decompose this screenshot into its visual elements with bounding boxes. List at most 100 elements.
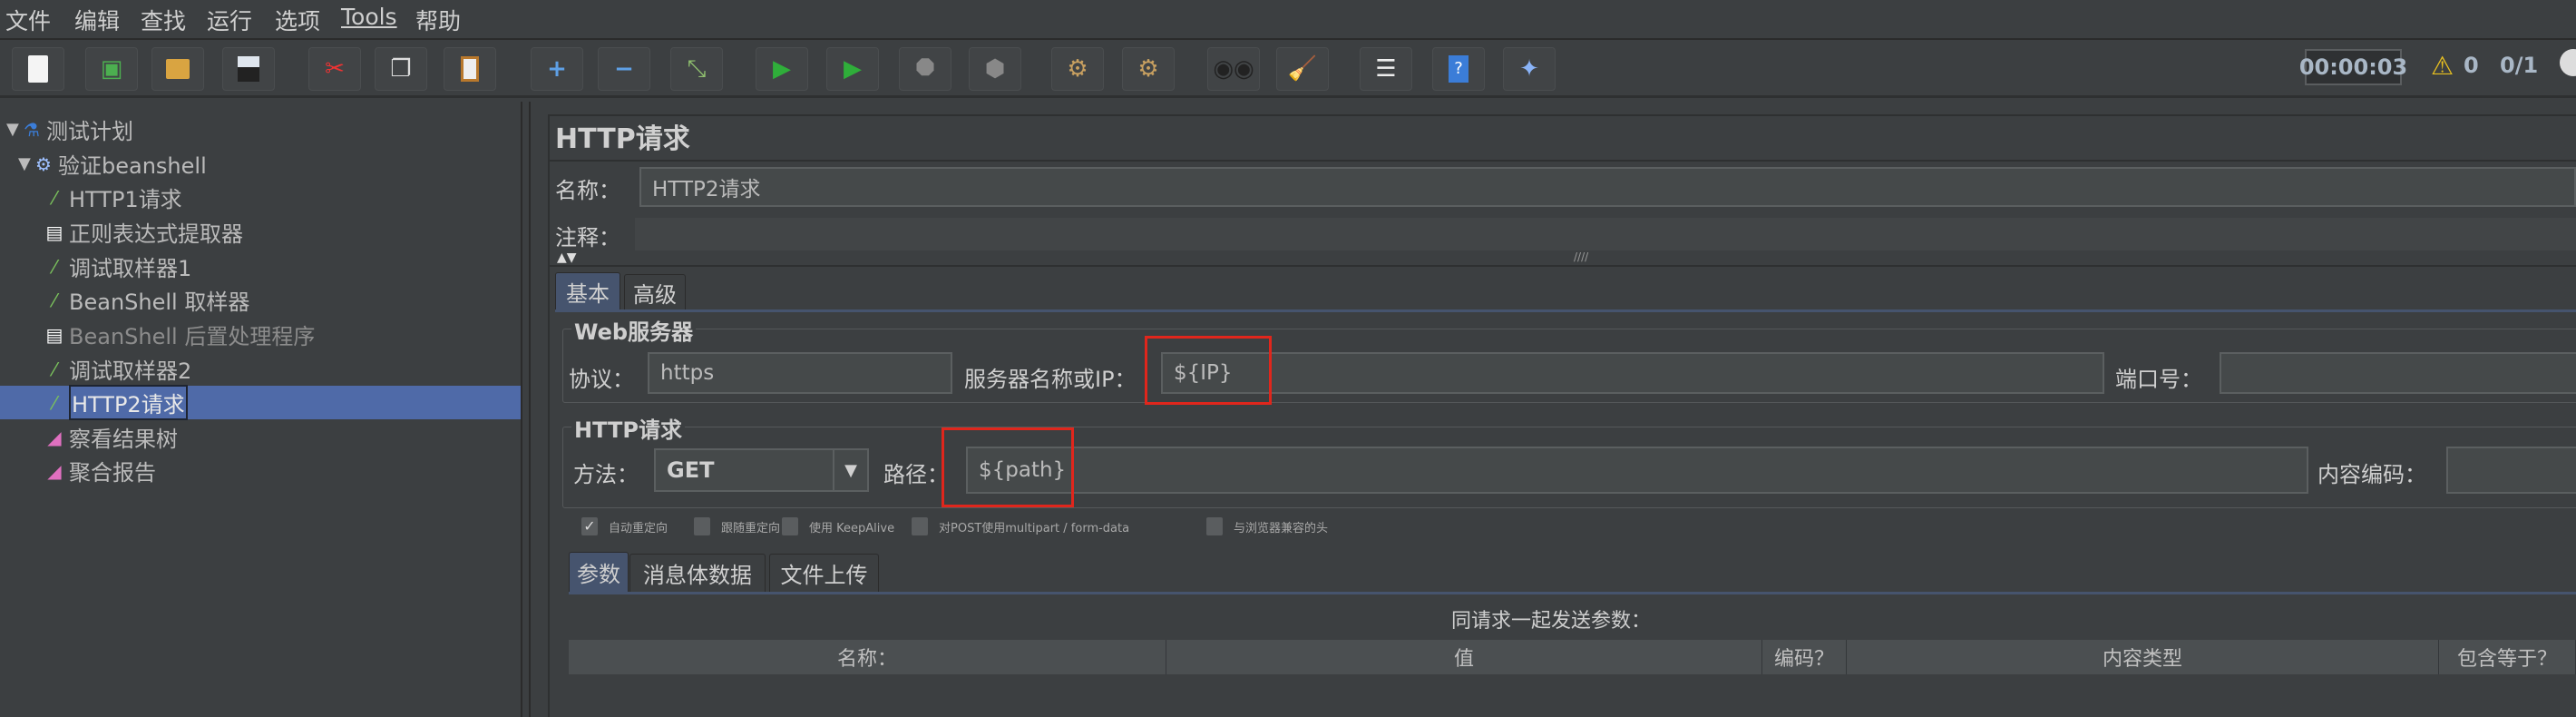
tree-item-label: BeanShell 后置处理程序 (69, 324, 316, 349)
menu-run[interactable]: 运行 (207, 4, 252, 36)
menu-tools[interactable]: Tools (341, 4, 397, 30)
method-select[interactable]: GET ▼ (654, 448, 869, 492)
divider (550, 160, 2576, 162)
play-no-timer-icon: ▶ (844, 55, 862, 83)
tree-item[interactable]: ◢ 察看结果树 (0, 420, 521, 454)
clear-all-button[interactable]: ⚙ (1122, 47, 1175, 91)
collapse-button[interactable]: − (598, 47, 650, 91)
protocol-input[interactable]: https (648, 352, 952, 394)
tab-parameters[interactable]: 参数 (569, 552, 629, 592)
tree-item[interactable]: ⁄ 调试取样器2 (0, 352, 521, 386)
http-request-title: HTTP请求 (571, 412, 685, 444)
tree-item[interactable]: ▼ ⚙ 验证beanshell (0, 147, 521, 181)
column-header-value[interactable]: 值 (1166, 640, 1762, 674)
checkbox-browser-headers[interactable]: 与浏览器兼容的头 (1206, 517, 1328, 535)
minus-icon: − (614, 55, 634, 83)
tree-item-label: 调试取样器1 (69, 256, 192, 281)
tab-body-data[interactable]: 消息体数据 (629, 554, 766, 592)
cut-button[interactable]: ✂ (308, 47, 361, 91)
expand-arrow-icon[interactable]: ▼ (6, 120, 21, 139)
document-arrow-icon: ▤ (45, 221, 63, 243)
port-input[interactable] (2220, 352, 2576, 394)
tree-item-label: 验证beanshell (58, 153, 207, 179)
checkbox-multipart[interactable]: 对POST使用multipart / form-data (912, 517, 1129, 535)
thread-count: 0/1 (2500, 53, 2539, 78)
scissors-icon: ✂ (325, 55, 345, 83)
toggle-button[interactable]: ⤡ (670, 47, 723, 91)
column-header-content-type[interactable]: 内容类型 (1847, 640, 2439, 674)
pipette-icon: ⁄ (53, 255, 56, 278)
function-helper-button[interactable]: ☰ (1360, 47, 1412, 91)
paste-button[interactable] (444, 47, 496, 91)
tab-basic[interactable]: 基本 (555, 272, 620, 310)
tree-item-label: HTTP1请求 (69, 187, 182, 212)
path-input[interactable]: ${path} (966, 447, 2308, 494)
menu-file[interactable]: 文件 (5, 4, 51, 36)
comment-input[interactable] (635, 218, 2576, 250)
tree-item[interactable]: ⁄ BeanShell 取样器 (0, 283, 521, 317)
tree-item[interactable]: ▤ BeanShell 后置处理程序 (0, 318, 521, 351)
new-button[interactable] (12, 47, 64, 91)
chart-icon: ◢ (47, 459, 62, 482)
divider (550, 265, 2576, 267)
column-header-name[interactable]: 名称： (569, 640, 1166, 674)
splitter-arrows-icon[interactable]: ▲▼ (557, 250, 577, 265)
copy-icon: ❐ (390, 55, 412, 83)
floppy-icon (238, 56, 259, 82)
clear-button[interactable]: ⚙ (1051, 47, 1104, 91)
checkbox-follow-redirect[interactable]: 跟随重定向 (694, 517, 780, 535)
name-input[interactable]: HTTP2请求 (639, 167, 2576, 207)
menu-edit[interactable]: 编辑 (74, 4, 120, 36)
tree-item[interactable]: ⁄ HTTP1请求 (0, 181, 521, 214)
port-label: 端口号： (2115, 367, 2202, 392)
stop-button[interactable]: ⯃ (899, 47, 951, 91)
path-label: 路径： (883, 462, 949, 487)
checkmark-icon: ✓ (581, 517, 598, 535)
checkbox-keepalive[interactable]: 使用 KeepAlive (782, 517, 894, 535)
help-button[interactable]: ? (1432, 47, 1485, 91)
menu-search[interactable]: 查找 (141, 4, 186, 36)
tree-item-selected[interactable]: ⁄ HTTP2请求 (0, 385, 521, 420)
reset-search-button[interactable]: 🧹 (1276, 47, 1329, 91)
server-input[interactable]: ${IP} (1161, 352, 2104, 394)
chart-icon: ◢ (47, 426, 62, 448)
pipette-icon: ⁄ (53, 186, 56, 209)
remote-button[interactable]: ✦ (1503, 47, 1556, 91)
tab-file-upload[interactable]: 文件上传 (769, 554, 879, 592)
column-header-include-equals[interactable]: 包含等于？ (2439, 640, 2576, 674)
tree-item[interactable]: ◢ 聚合报告 (0, 454, 521, 487)
tree-item[interactable]: ▤ 正则表达式提取器 (0, 215, 521, 249)
broom-gear-icon: ⚙ (1067, 55, 1088, 83)
menu-help[interactable]: 帮助 (415, 4, 461, 36)
column-header-encode[interactable]: 编码？ (1762, 640, 1847, 674)
menu-options[interactable]: 选项 (275, 4, 320, 36)
copy-button[interactable]: ❐ (375, 47, 427, 91)
content-encoding-input[interactable] (2446, 447, 2576, 494)
server-label: 服务器名称或IP： (964, 367, 1137, 392)
broom-icon: 🧹 (1287, 55, 1318, 83)
start-no-pause-button[interactable]: ▶ (826, 47, 879, 91)
tab-advanced[interactable]: 高级 (624, 274, 686, 310)
expand-arrow-icon[interactable]: ▼ (18, 154, 33, 173)
splitter-grip-icon[interactable]: //// (1574, 250, 1588, 263)
gear-icon: ⚙ (35, 152, 52, 175)
play-icon: ▶ (773, 55, 791, 83)
search-button[interactable]: ◉◉ (1207, 47, 1260, 91)
save-button[interactable] (222, 47, 275, 91)
open-button[interactable] (151, 47, 204, 91)
start-button[interactable]: ▶ (756, 47, 808, 91)
chevron-down-icon[interactable]: ▼ (833, 450, 867, 490)
toggle-icon: ⤡ (687, 54, 707, 83)
checkbox-auto-redirect[interactable]: ✓ 自动重定向 (581, 517, 668, 535)
shutdown-icon: ⬢ (984, 55, 1006, 83)
shutdown-button[interactable]: ⬢ (969, 47, 1021, 91)
tree-item-label: 调试取样器2 (69, 358, 192, 384)
warning-count: 0 (2464, 53, 2479, 78)
checkbox-box (912, 517, 928, 535)
tree-item[interactable]: ⁄ 调试取样器1 (0, 250, 521, 283)
tree-item[interactable]: ▼ ⚗ 测试计划 (0, 113, 521, 146)
web-server-title: Web服务器 (571, 314, 697, 346)
flask-icon: ⚗ (24, 118, 40, 141)
templates-button[interactable]: ▣ (85, 47, 138, 91)
expand-button[interactable]: + (531, 47, 583, 91)
